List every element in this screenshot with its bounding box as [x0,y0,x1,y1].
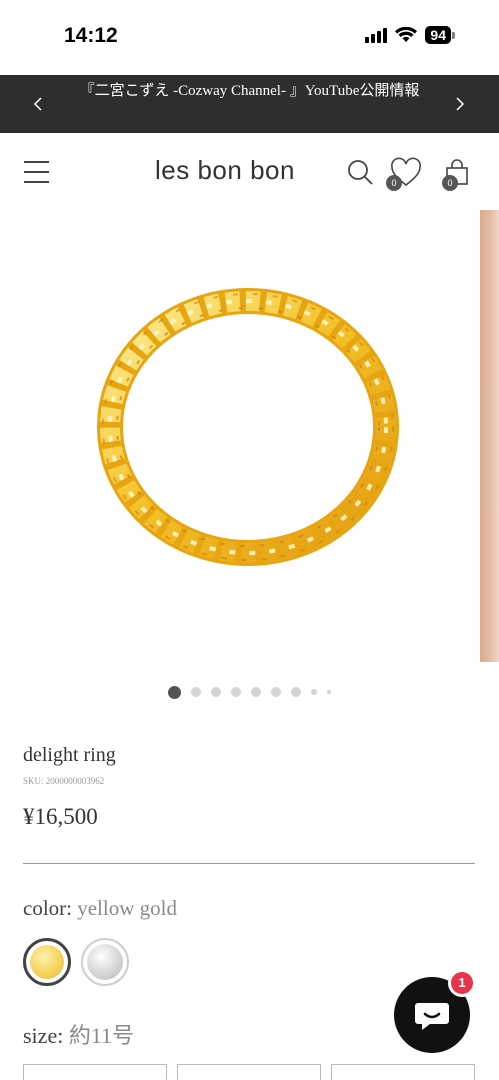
size-option-button[interactable] [177,1064,321,1080]
color-option-label: color: yellow gold [23,896,177,921]
selected-color-value: yellow gold [77,896,177,920]
status-icons: 94 [365,26,455,44]
chevron-left-icon [33,97,42,111]
chevron-right-icon [456,97,465,111]
size-option-button[interactable] [331,1064,475,1080]
size-label-prefix: size: [23,1023,64,1048]
pagination-dot[interactable] [271,687,281,697]
battery-icon: 94 [425,26,455,44]
wishlist-button[interactable]: 0 [386,157,421,191]
color-label-prefix: color: [23,896,72,920]
chat-bubble-icon [415,1003,449,1030]
next-image-preview[interactable] [480,210,499,662]
pagination-dot[interactable] [231,687,241,697]
pagination-dot[interactable] [211,687,221,697]
pagination-dot[interactable] [291,687,301,697]
color-swatch-yellow-gold[interactable] [23,938,71,986]
product-price: ¥16,500 [23,804,98,829]
product-title: delight ring [23,744,116,766]
store-logo[interactable]: les bon bon [155,155,295,186]
cart-button[interactable]: 0 [441,157,473,191]
gallery-pagination [0,684,499,700]
chat-notification-badge: 1 [448,969,476,997]
product-image-gallery[interactable] [0,210,499,662]
size-option-label: size: 約11号 [23,1018,134,1050]
pagination-dot[interactable] [251,687,261,697]
product-sku: SKU: 2000000003962 [23,776,105,786]
site-header: les bon bon 0 0 [0,133,499,210]
pagination-dot[interactable] [168,685,181,699]
wishlist-count-badge: 0 [386,175,402,191]
announcement-text[interactable]: 『二宮こずえ -Cozway Channel- 』YouTube公開情報 [70,80,429,103]
pagination-dot[interactable] [311,689,317,695]
battery-level: 94 [425,26,451,44]
wifi-icon [395,27,418,42]
menu-icon[interactable] [24,161,49,183]
pagination-dot[interactable] [191,687,201,697]
status-bar: 14:12 94 [0,0,499,75]
selected-size-value: 約11号 [68,1023,135,1048]
search-button[interactable] [345,157,377,189]
size-option-button[interactable] [23,1064,167,1080]
announcement-next-button[interactable] [447,91,473,117]
search-icon [348,160,373,185]
cellular-signal-icon [365,27,388,43]
pagination-dot[interactable] [327,690,331,694]
announcement-prev-button[interactable] [25,91,51,117]
divider [23,863,475,864]
status-time: 14:12 [64,24,118,47]
announcement-bar: 『二宮こずえ -Cozway Channel- 』YouTube公開情報 [0,75,499,133]
product-image [97,288,399,566]
color-swatch-silver[interactable] [81,938,129,986]
cart-count-badge: 0 [442,175,458,191]
